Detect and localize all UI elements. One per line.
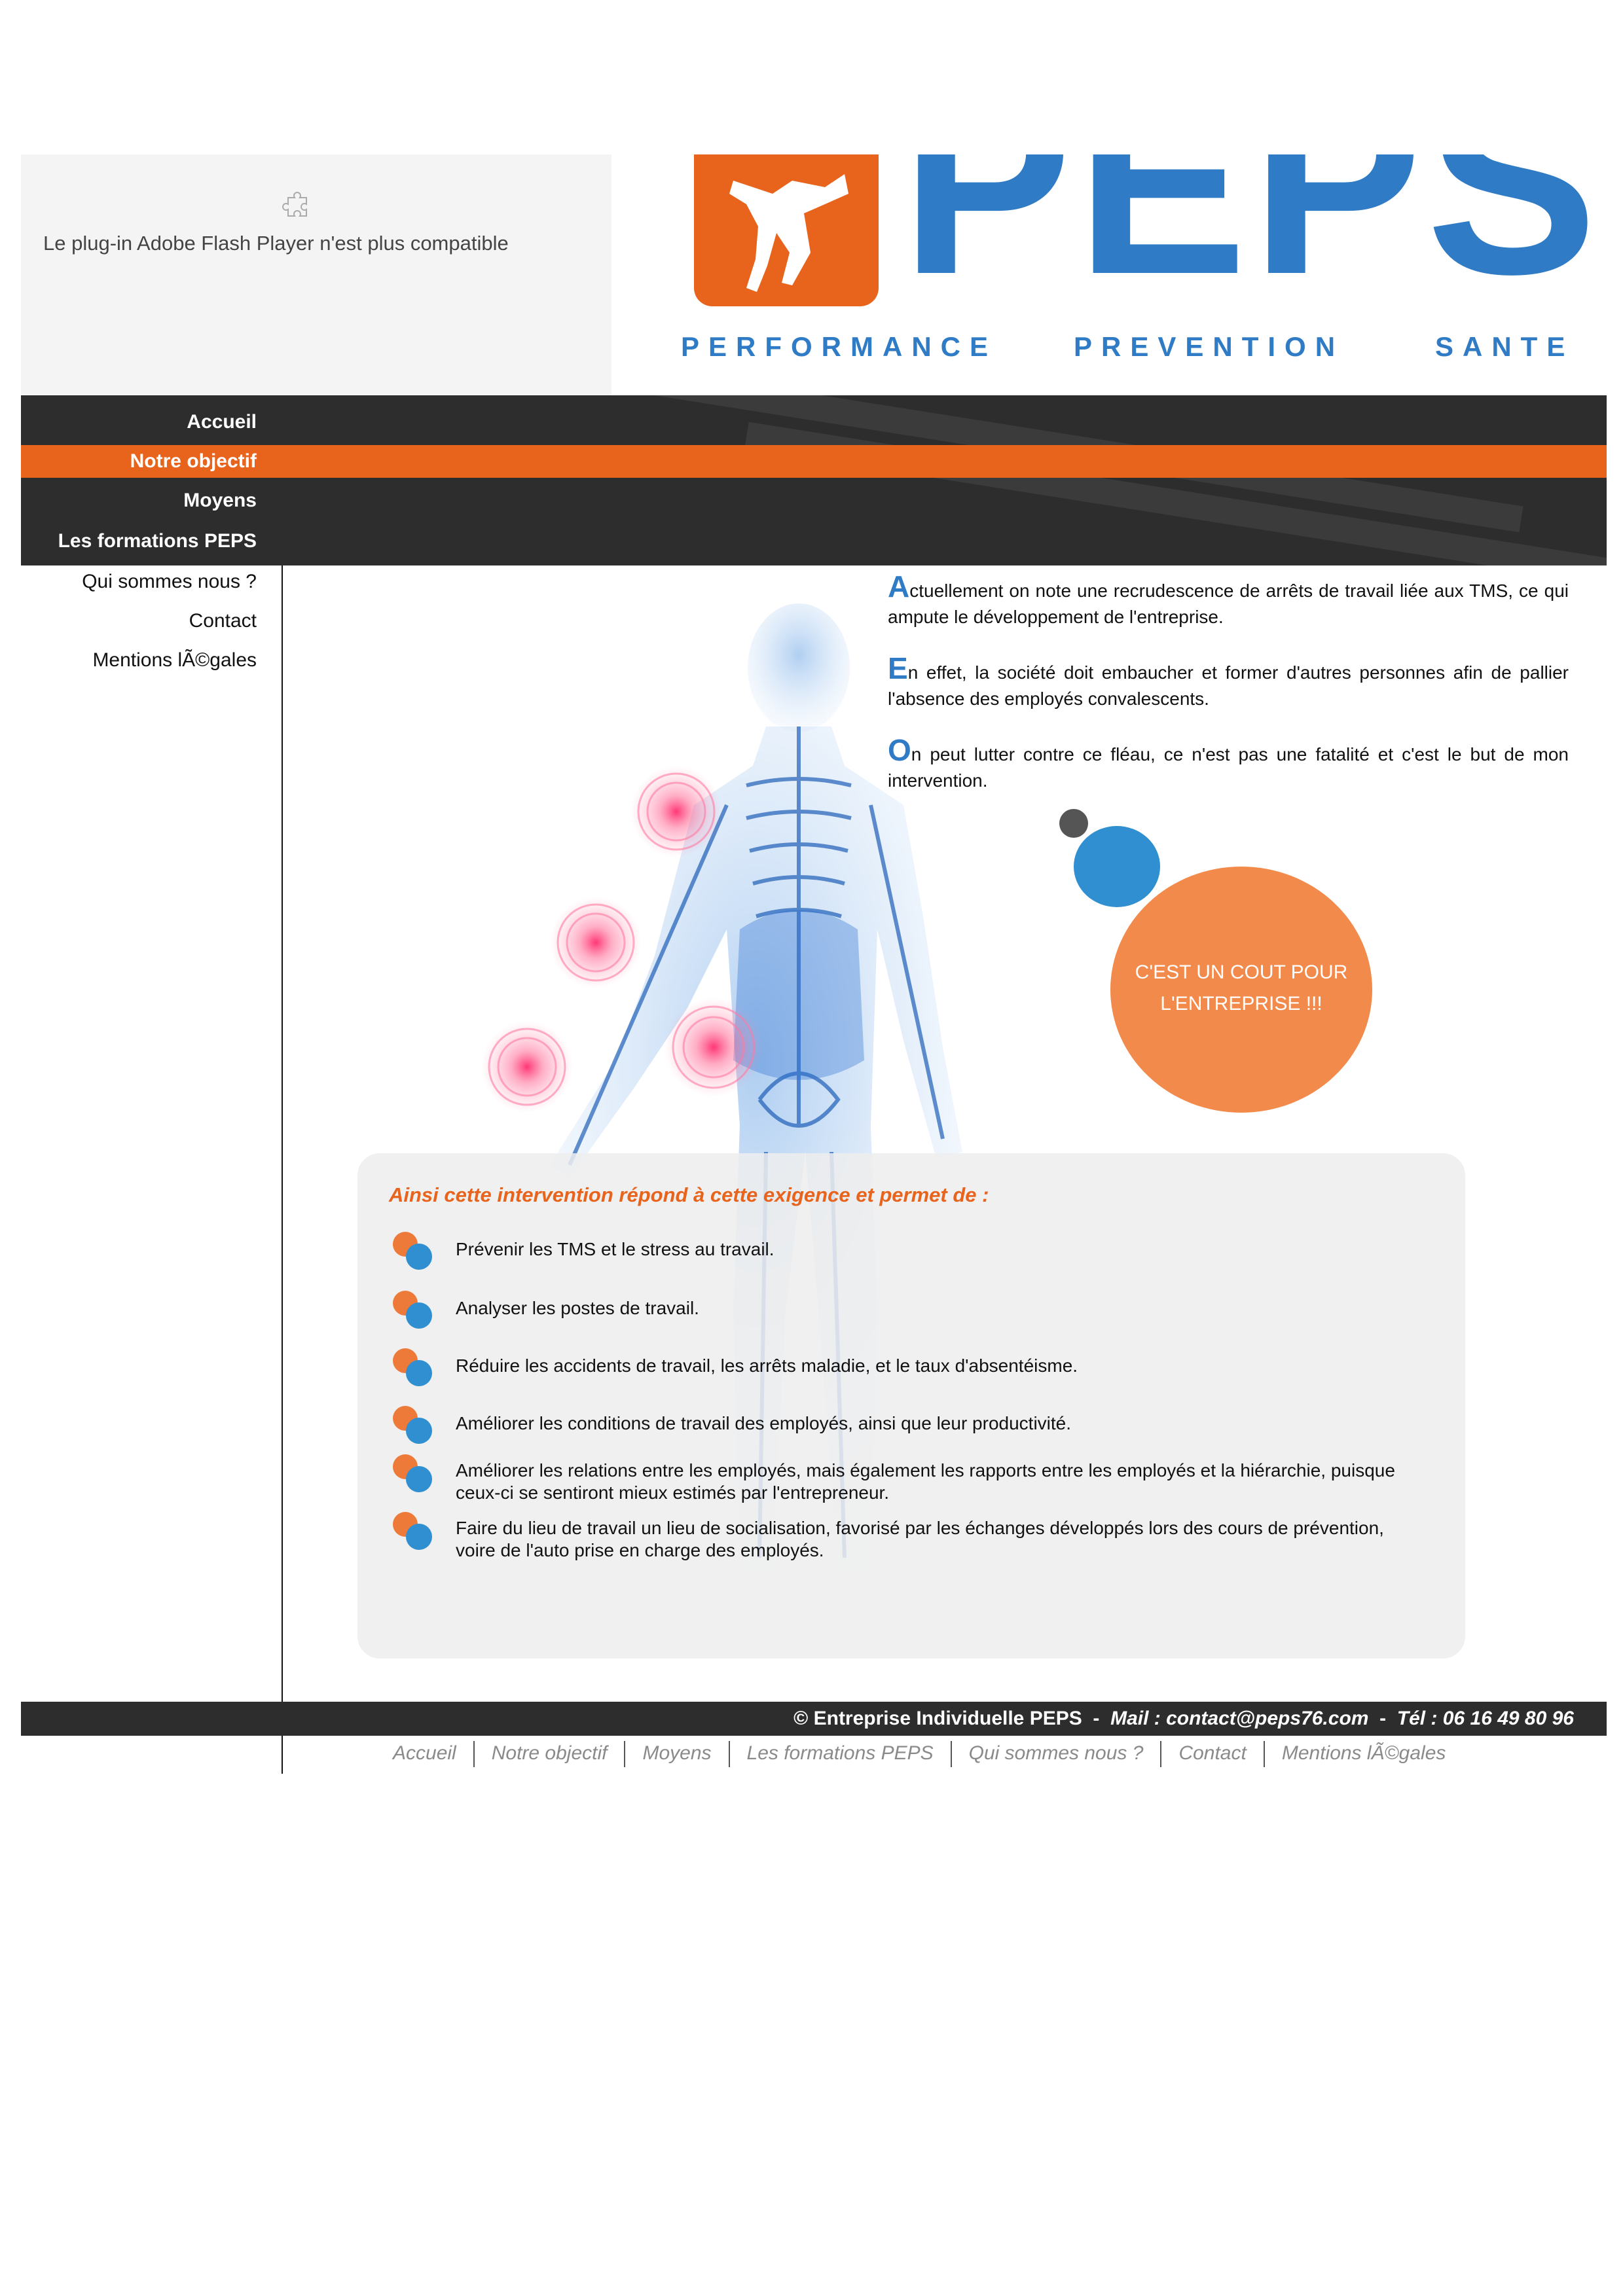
footer-link-separator xyxy=(624,1741,626,1768)
tagline-sante: SANTE xyxy=(1435,331,1575,362)
flash-message: Le plug-in Adobe Flash Player n'est plus… xyxy=(43,232,509,255)
nav-active-highlight xyxy=(21,445,1607,478)
tagline-prevention: PREVENTION xyxy=(1074,331,1345,362)
benefits-title: Ainsi cette intervention répond à cette … xyxy=(389,1183,989,1206)
column-divider xyxy=(282,565,283,1774)
flash-placeholder: Le plug-in Adobe Flash Player n'est plus… xyxy=(21,154,611,395)
cost-callout-text: C'EST UN COUT POUR L'ENTREPRISE !!! xyxy=(1110,957,1372,1020)
footer-link-moyens[interactable]: Moyens xyxy=(642,1742,711,1764)
peps-logo[interactable]: PEPS PERFORMANCE PREVENTION SANTE xyxy=(681,154,1611,377)
footer-link-formations[interactable]: Les formations PEPS xyxy=(747,1742,934,1764)
footer-link-separator xyxy=(1160,1741,1162,1768)
footer-bar: © Entreprise Individuelle PEPS - Mail : … xyxy=(21,1702,1607,1736)
running-figure-logo-icon xyxy=(694,154,879,306)
decorative-bubble-blue xyxy=(1074,826,1160,907)
intro-paragraph: En effet, la société doit embaucher et f… xyxy=(888,653,1569,712)
bullet-icon xyxy=(393,1291,432,1329)
drop-cap: E xyxy=(888,651,908,685)
bullet-icon xyxy=(393,1454,432,1492)
subnav-qui-sommes-nous[interactable]: Qui sommes nous ? xyxy=(21,571,257,593)
footer-mail[interactable]: Mail : contact@peps76.com xyxy=(1110,1708,1368,1729)
footer-link-qui-sommes-nous[interactable]: Qui sommes nous ? xyxy=(969,1742,1144,1764)
nav-item-formations[interactable]: Les formations PEPS xyxy=(21,522,257,560)
drop-cap: O xyxy=(888,733,911,767)
benefit-item: Améliorer les conditions de travail des … xyxy=(456,1413,1072,1433)
cost-callout-line: L'ENTREPRISE !!! xyxy=(1160,993,1322,1014)
footer-nav: Accueil Notre objectif Moyens Les formation… xyxy=(393,1737,1446,1770)
footer-link-separator xyxy=(473,1741,475,1768)
footer-link-mentions-legales[interactable]: Mentions lÃ©gales xyxy=(1282,1742,1446,1764)
footer-link-contact[interactable]: Contact xyxy=(1178,1742,1246,1764)
cost-callout-bubble: C'EST UN COUT POUR L'ENTREPRISE !!! xyxy=(1110,867,1372,1113)
footer-separator: - xyxy=(1093,1708,1100,1729)
footer-link-separator xyxy=(950,1741,952,1768)
nav-item-notre-objectif[interactable]: Notre objectif xyxy=(21,442,257,480)
footer-link-notre-objectif[interactable]: Notre objectif xyxy=(492,1742,608,1764)
bullet-icon xyxy=(393,1348,432,1386)
main-nav: Accueil Notre objectif Moyens Les format… xyxy=(21,395,1607,565)
benefit-item: Prévenir les TMS et le stress au travail… xyxy=(456,1239,775,1259)
benefit-item: Réduire les accidents de travail, les ar… xyxy=(456,1355,1078,1376)
benefit-item: Améliorer les relations entre les employ… xyxy=(456,1460,1395,1503)
intro-text: Actuellement on note une recrudescence d… xyxy=(888,571,1569,819)
footer-link-separator xyxy=(728,1741,730,1768)
puzzle-piece-icon xyxy=(282,192,307,217)
footer-company: © Entreprise Individuelle PEPS xyxy=(793,1708,1082,1729)
bullet-icon xyxy=(393,1232,432,1270)
nav-decoration xyxy=(744,422,1607,565)
benefit-item: Analyser les postes de travail. xyxy=(456,1298,699,1318)
decorative-bubble-small xyxy=(1059,809,1088,838)
intro-paragraph: Actuellement on note une recrudescence d… xyxy=(888,571,1569,630)
nav-item-accueil[interactable]: Accueil xyxy=(21,403,257,441)
bullet-icon xyxy=(393,1406,432,1444)
paragraph-text: n effet, la société doit embaucher et fo… xyxy=(888,662,1569,709)
nav-item-moyens[interactable]: Moyens xyxy=(21,482,257,520)
footer-contact-line: © Entreprise Individuelle PEPS - Mail : … xyxy=(793,1702,1574,1736)
paragraph-text: n peut lutter contre ce fléau, ce n'est … xyxy=(888,744,1569,791)
footer-link-accueil[interactable]: Accueil xyxy=(393,1742,456,1764)
tagline-performance: PERFORMANCE xyxy=(681,331,998,362)
logo-wordmark: PEPS xyxy=(901,154,1601,328)
drop-cap: A xyxy=(888,569,910,603)
intro-paragraph: On peut lutter contre ce fléau, ce n'est… xyxy=(888,735,1569,794)
subnav-contact[interactable]: Contact xyxy=(21,610,257,632)
footer-separator: - xyxy=(1379,1708,1387,1729)
subnav-mentions-legales[interactable]: Mentions lÃ©gales xyxy=(21,649,257,672)
footer-link-separator xyxy=(1263,1741,1265,1768)
paragraph-text: ctuellement on note une recrudescence de… xyxy=(888,581,1569,627)
benefits-panel: Ainsi cette intervention répond à cette … xyxy=(357,1153,1465,1659)
footer-phone: Tél : 06 16 49 80 96 xyxy=(1396,1708,1574,1729)
cost-callout-line: C'EST UN COUT POUR xyxy=(1135,961,1348,983)
benefit-item: Faire du lieu de travail un lieu de soci… xyxy=(456,1518,1384,1560)
bullet-icon xyxy=(393,1512,432,1550)
